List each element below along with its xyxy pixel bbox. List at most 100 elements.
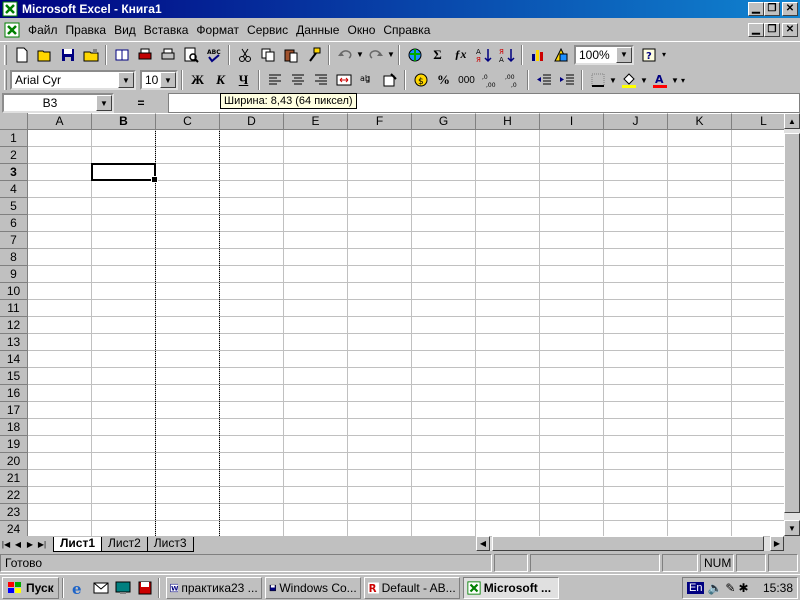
publish-button[interactable] [110,44,133,66]
row-header-13[interactable]: 13 [0,334,28,351]
row-header-18[interactable]: 18 [0,419,28,436]
doc-restore-button[interactable]: ❐ [764,23,780,37]
quicklaunch-app[interactable] [135,578,155,598]
print-button[interactable] [133,44,156,66]
chevron-down-icon[interactable]: ▼ [96,95,112,111]
start-button[interactable]: Пуск [2,576,59,599]
toolbar-grip[interactable] [4,44,7,65]
fill-color-button[interactable] [617,69,640,91]
cut-button[interactable] [233,44,256,66]
scroll-right-button[interactable]: ▶ [770,536,784,551]
horizontal-scrollbar[interactable]: ◀ ▶ [476,536,784,551]
close-button[interactable]: ✕ [782,2,798,16]
row-header-12[interactable]: 12 [0,317,28,334]
column-header-a[interactable]: A [28,113,92,130]
clock[interactable]: 15:38 [763,581,793,595]
hyperlink-button[interactable] [403,44,426,66]
sheet-tab-1[interactable]: Лист1 [53,536,103,552]
row-header-11[interactable]: 11 [0,300,28,317]
row-header-6[interactable]: 6 [0,215,28,232]
menu-view[interactable]: Вид [110,23,140,37]
quicklaunch-ie[interactable]: e [69,578,89,598]
decrease-decimal-button[interactable]: ,00,0 [501,69,524,91]
column-header-f[interactable]: F [348,113,412,130]
row-header-5[interactable]: 5 [0,198,28,215]
scroll-up-button[interactable]: ▲ [784,113,800,129]
increase-indent-button[interactable] [555,69,578,91]
quick-print-button[interactable] [156,44,179,66]
title-bar[interactable]: Microsoft Excel - Книга1 ▁ ❐ ✕ [0,0,800,18]
menu-tools[interactable]: Сервис [243,23,292,37]
toolbar-options-icon[interactable]: ▾ [660,50,668,59]
open-button[interactable] [33,44,56,66]
bug-icon[interactable]: ✱ [738,581,748,595]
quicklaunch-desktop[interactable] [113,578,133,598]
row-header-7[interactable]: 7 [0,232,28,249]
column-header-j[interactable]: J [604,113,668,130]
row-header-14[interactable]: 14 [0,351,28,368]
next-sheet-button[interactable]: ▶ [24,537,36,551]
task-word-doc[interactable]: W практика23 ... [165,576,262,599]
column-header-b[interactable]: B [92,113,156,130]
fill-dropdown-arrow-icon[interactable]: ▼ [640,76,648,85]
underline-button[interactable]: Ч [232,69,255,91]
font-combo[interactable]: Arial Cyr ▼ [10,70,136,90]
scroll-down-button[interactable]: ▼ [784,520,800,536]
chart-wizard-button[interactable] [526,44,549,66]
zoom-combo[interactable]: 100% ▼ [574,44,634,65]
column-header-i[interactable]: I [540,113,604,130]
select-all-corner[interactable] [0,113,28,130]
workbook-icon[interactable] [4,22,20,38]
row-header-8[interactable]: 8 [0,249,28,266]
sheet-tab-3[interactable]: Лист3 [146,536,194,552]
undo-dropdown-arrow-icon[interactable]: ▼ [356,50,364,59]
cell-format-button[interactable] [378,69,401,91]
horizontal-scroll-thumb[interactable] [492,536,764,551]
redo-dropdown-arrow-icon[interactable]: ▼ [387,50,395,59]
menu-data[interactable]: Данные [292,23,343,37]
excel-app-icon[interactable] [2,1,18,17]
sort-ascending-button[interactable]: AЯ [472,44,495,66]
row-header-22[interactable]: 22 [0,487,28,504]
vertical-scrollbar[interactable]: ▲ ▼ [784,113,800,536]
sort-descending-button[interactable]: ЯA [495,44,518,66]
menu-edit[interactable]: Правка [62,23,111,37]
worksheet-grid[interactable]: ABCDEFGHIJKL 1 2 3 4 5 6 7 8 9 10 11 12 13 14 15 16 17 18… [0,113,784,536]
align-center-button[interactable] [286,69,309,91]
column-header-l[interactable]: L [732,113,784,130]
row-header-23[interactable]: 23 [0,504,28,521]
percent-button[interactable]: % [432,69,455,91]
menu-insert[interactable]: Вставка [140,23,193,37]
wrap-text-button[interactable]: ab [355,69,378,91]
doc-close-button[interactable]: ✕ [782,23,798,37]
autosum-button[interactable]: Σ [426,44,449,66]
help-button[interactable]: ? [637,44,660,66]
merge-center-button[interactable] [332,69,355,91]
restore-button[interactable]: ❐ [764,2,780,16]
language-indicator[interactable]: En [687,582,705,594]
paste-button[interactable] [279,44,302,66]
row-header-9[interactable]: 9 [0,266,28,283]
column-header-k[interactable]: K [668,113,732,130]
borders-dropdown-arrow-icon[interactable]: ▼ [609,76,617,85]
row-header-21[interactable]: 21 [0,470,28,487]
task-default-ab[interactable]: R Default - AB... [363,576,460,599]
print-preview-button[interactable] [179,44,202,66]
decrease-indent-button[interactable] [532,69,555,91]
task-windows-commander[interactable]: Windows Co... [264,576,361,599]
column-header-e[interactable]: E [284,113,348,130]
currency-button[interactable]: $ [409,69,432,91]
tray-app-icon[interactable]: ✎ [725,581,735,595]
borders-button[interactable] [586,69,609,91]
column-header-h[interactable]: H [476,113,540,130]
format-painter-button[interactable] [302,44,325,66]
chevron-down-icon[interactable]: ▼ [616,46,632,63]
row-header-1[interactable]: 1 [0,130,28,147]
save-button[interactable] [56,44,79,66]
font-color-dropdown-arrow-icon[interactable]: ▼ [671,76,679,85]
align-left-button[interactable] [263,69,286,91]
redo-button[interactable] [364,44,387,66]
row-header-2[interactable]: 2 [0,147,28,164]
drawing-button[interactable] [549,44,572,66]
toolbar-options-icon[interactable]: ▾ [679,76,687,85]
